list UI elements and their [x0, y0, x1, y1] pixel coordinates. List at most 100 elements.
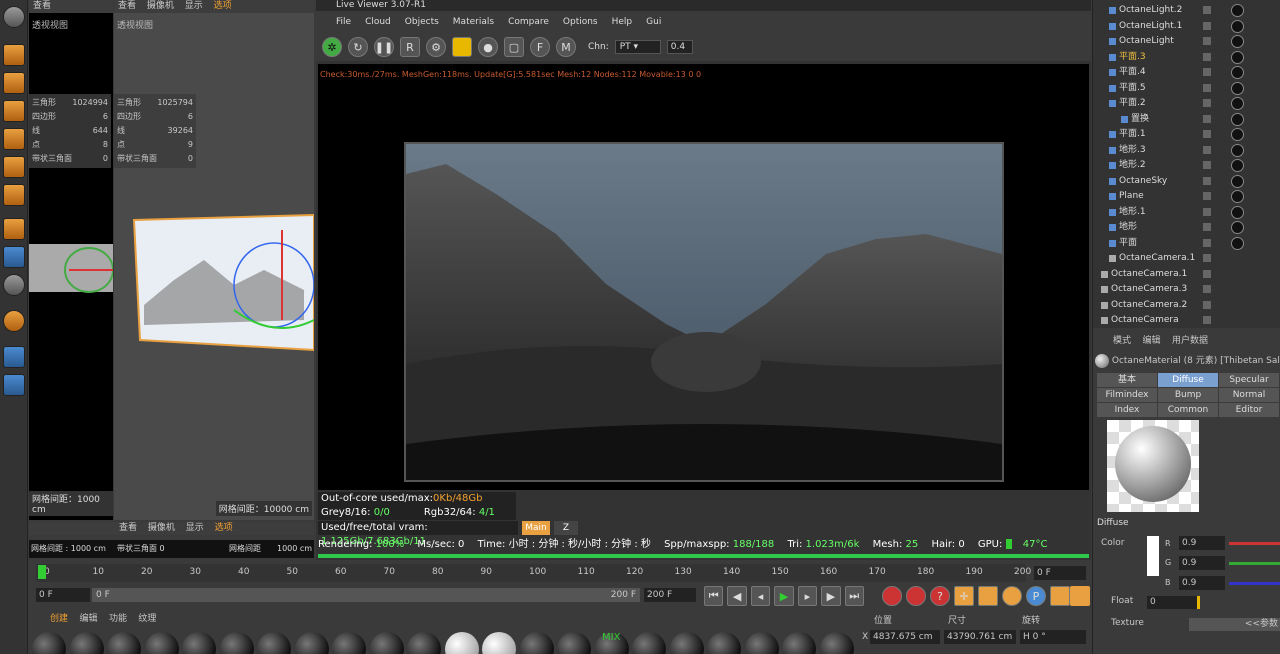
- material-swatch[interactable]: [332, 632, 366, 654]
- pause-icon[interactable]: ❚❚: [374, 37, 394, 57]
- visibility-icon[interactable]: [1203, 269, 1211, 278]
- color-swatch[interactable]: [1147, 536, 1159, 576]
- tab-filmindex[interactable]: Filmindex: [1097, 388, 1157, 402]
- help-icon[interactable]: ?: [930, 586, 950, 606]
- left-viewport[interactable]: 查看 透视视图 三角形 1024994 四边形 6 线 644 点8 带状三角面 0 网…: [29, 0, 113, 520]
- material-tag-icon[interactable]: [1231, 112, 1244, 126]
- material-swatch[interactable]: [669, 632, 704, 654]
- object-row[interactable]: 地形.3: [1093, 143, 1280, 158]
- visibility-icon[interactable]: [1203, 316, 1211, 324]
- object-row[interactable]: OctaneLight: [1093, 34, 1280, 49]
- material-swatch[interactable]: [257, 632, 291, 654]
- move-key-icon[interactable]: ✛: [954, 586, 974, 606]
- material-tag-icon[interactable]: [1231, 174, 1244, 188]
- settings-icon[interactable]: ⚙: [426, 37, 446, 57]
- lock-icon[interactable]: [452, 37, 472, 57]
- channel-select[interactable]: PT ▾: [614, 40, 661, 54]
- pla-key-icon[interactable]: [1050, 586, 1070, 606]
- object-row[interactable]: Plane: [1093, 189, 1280, 204]
- visibility-icon[interactable]: [1203, 68, 1211, 76]
- material-swatch[interactable]: [107, 632, 141, 654]
- material-tag-icon[interactable]: [1231, 159, 1244, 172]
- object-row[interactable]: 平面.2: [1093, 96, 1280, 111]
- material-tag-icon[interactable]: [1231, 50, 1244, 64]
- object-row[interactable]: 平面.5: [1093, 81, 1280, 96]
- object-row[interactable]: 地形.2: [1093, 158, 1280, 173]
- channel-value-input[interactable]: 0.4: [666, 40, 693, 54]
- object-row[interactable]: OctaneCamera.3: [1093, 282, 1280, 297]
- region-icon[interactable]: R: [400, 37, 420, 57]
- visibility-icon[interactable]: [1203, 37, 1211, 45]
- tab-basic[interactable]: 基本: [1097, 373, 1157, 387]
- object-row[interactable]: OctaneLight.1: [1093, 19, 1280, 34]
- texture-params-button[interactable]: <<参数: [1189, 618, 1280, 631]
- material-ball-icon[interactable]: ●: [478, 37, 498, 57]
- material-tag-icon[interactable]: [1231, 190, 1244, 203]
- material-tag-icon[interactable]: [1231, 143, 1244, 157]
- param-key-icon[interactable]: P: [1026, 586, 1046, 606]
- menu-file[interactable]: File: [336, 17, 351, 27]
- auto-key-icon[interactable]: [906, 586, 926, 606]
- visibility-icon[interactable]: [1203, 21, 1211, 30]
- object-row[interactable]: OctaneCamera.2: [1093, 298, 1280, 313]
- render-canvas[interactable]: Check:30ms./27ms. MeshGen:118ms. Update[…: [318, 64, 1089, 490]
- visibility-icon[interactable]: [1203, 52, 1211, 61]
- material-swatch[interactable]: [69, 632, 104, 654]
- visibility-icon[interactable]: [1203, 300, 1211, 309]
- material-tag-icon[interactable]: [1231, 81, 1244, 95]
- material-tag-icon[interactable]: [1231, 19, 1244, 33]
- material-swatch[interactable]: [294, 632, 329, 654]
- octane-logo-icon[interactable]: ✲: [322, 37, 342, 57]
- material-swatch[interactable]: [182, 632, 216, 654]
- record-icon[interactable]: [882, 586, 902, 606]
- float-input[interactable]: 0: [1147, 596, 1197, 609]
- object-row[interactable]: 平面.4: [1093, 65, 1280, 80]
- mouse-icon[interactable]: [3, 246, 25, 268]
- material-swatch[interactable]: [144, 632, 179, 654]
- texture-icon[interactable]: [3, 100, 25, 122]
- object-row[interactable]: OctaneSky: [1093, 174, 1280, 189]
- material-swatch[interactable]: [369, 632, 404, 654]
- grid-lock-icon[interactable]: [3, 346, 25, 368]
- scale-key-icon[interactable]: [978, 586, 998, 606]
- color-r-input[interactable]: 0.9: [1179, 536, 1225, 550]
- axis-icon[interactable]: [3, 218, 25, 240]
- current-frame-field[interactable]: 0 F: [1034, 566, 1086, 580]
- tab-editor[interactable]: Editor: [1219, 403, 1279, 417]
- rotation-h-field[interactable]: H 0 °: [1020, 630, 1086, 644]
- main-button[interactable]: Main: [522, 521, 550, 535]
- material-tag-icon[interactable]: [1231, 236, 1244, 250]
- visibility-icon[interactable]: [1203, 99, 1211, 107]
- tab-common[interactable]: Common: [1158, 403, 1218, 417]
- color-g-input[interactable]: 0.9: [1179, 556, 1225, 570]
- tab-index[interactable]: Index: [1097, 403, 1157, 417]
- object-row[interactable]: 置换: [1093, 112, 1280, 127]
- menu-objects[interactable]: Objects: [405, 17, 439, 27]
- material-tag-icon[interactable]: [1231, 205, 1244, 219]
- material-pick-icon[interactable]: M: [556, 37, 576, 57]
- position-x-field[interactable]: 4837.675 cm: [870, 630, 940, 644]
- model-icon[interactable]: [3, 128, 25, 150]
- menu-cloud[interactable]: Cloud: [365, 17, 391, 27]
- material-swatch[interactable]: [219, 632, 254, 654]
- restart-icon[interactable]: ↻: [348, 37, 368, 57]
- checker-cube-icon[interactable]: [3, 72, 25, 94]
- object-row[interactable]: 平面: [1093, 236, 1280, 251]
- object-row[interactable]: 地形: [1093, 220, 1280, 235]
- cube-icon[interactable]: [3, 44, 25, 66]
- focus-icon[interactable]: F: [530, 37, 550, 57]
- visibility-icon[interactable]: [1203, 223, 1211, 231]
- material-swatch[interactable]: [819, 632, 854, 654]
- material-tag-icon[interactable]: [1231, 66, 1244, 79]
- edge-icon[interactable]: [3, 184, 25, 206]
- material-swatch[interactable]: [707, 632, 741, 654]
- globe-icon[interactable]: [3, 6, 25, 28]
- material-tag-icon[interactable]: [1231, 4, 1244, 17]
- visibility-icon[interactable]: [1203, 161, 1211, 169]
- visibility-icon[interactable]: [1203, 285, 1211, 293]
- material-tag-icon[interactable]: [1231, 221, 1244, 234]
- material-swatch[interactable]: [407, 632, 441, 654]
- object-row[interactable]: OctaneLight.2: [1093, 3, 1280, 18]
- object-row[interactable]: OctaneCamera.1: [1093, 267, 1280, 282]
- tab-normal[interactable]: Normal: [1219, 388, 1279, 402]
